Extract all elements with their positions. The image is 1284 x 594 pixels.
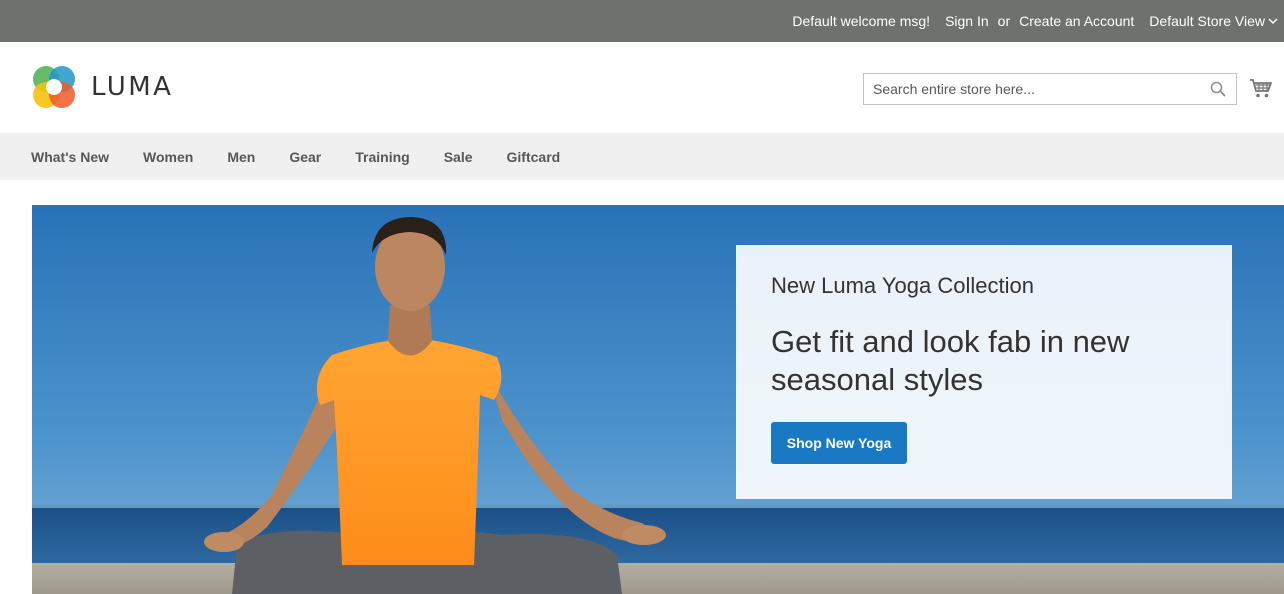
search-input[interactable] — [864, 74, 1194, 104]
search-icon[interactable] — [1210, 81, 1226, 97]
hero-banner[interactable]: New Luma Yoga Collection Get fit and loo… — [32, 205, 1284, 594]
promo-box: New Luma Yoga Collection Get fit and loo… — [736, 245, 1232, 499]
create-account-link[interactable]: Create an Account — [1019, 13, 1134, 29]
promo-subtitle: New Luma Yoga Collection — [771, 273, 1034, 298]
nav-item-sale[interactable]: Sale — [444, 149, 473, 165]
logo-text: LUMA — [91, 72, 174, 102]
store-view-switcher[interactable]: Default Store View — [1149, 13, 1278, 29]
sign-in-link[interactable]: Sign In — [945, 13, 989, 29]
nav-item-gear[interactable]: Gear — [289, 149, 321, 165]
chevron-down-icon — [1268, 18, 1278, 25]
promo-headline: Get fit and look fab in new seasonal sty… — [771, 324, 1130, 397]
nav-item-men[interactable]: Men — [227, 149, 255, 165]
cart-icon[interactable] — [1249, 76, 1273, 100]
or-separator: or — [997, 13, 1011, 29]
shop-new-yoga-button[interactable]: Shop New Yoga — [771, 422, 907, 464]
nav-item-training[interactable]: Training — [355, 149, 409, 165]
main-navigation: What's New Women Men Gear Training Sale … — [0, 133, 1284, 180]
luma-logo-icon — [33, 66, 75, 108]
store-view-label: Default Store View — [1149, 13, 1265, 29]
top-bar: Default welcome msg! Sign In or Create a… — [0, 0, 1284, 42]
store-logo[interactable]: LUMA — [31, 64, 173, 110]
nav-item-whats-new[interactable]: What's New — [31, 149, 109, 165]
top-links: Default welcome msg! Sign In or Create a… — [792, 0, 1278, 42]
search-box — [863, 73, 1237, 105]
welcome-message: Default welcome msg! — [792, 13, 931, 29]
nav-item-women[interactable]: Women — [143, 149, 193, 165]
nav-item-giftcard[interactable]: Giftcard — [507, 149, 561, 165]
page-header: LUMA — [0, 42, 1284, 133]
